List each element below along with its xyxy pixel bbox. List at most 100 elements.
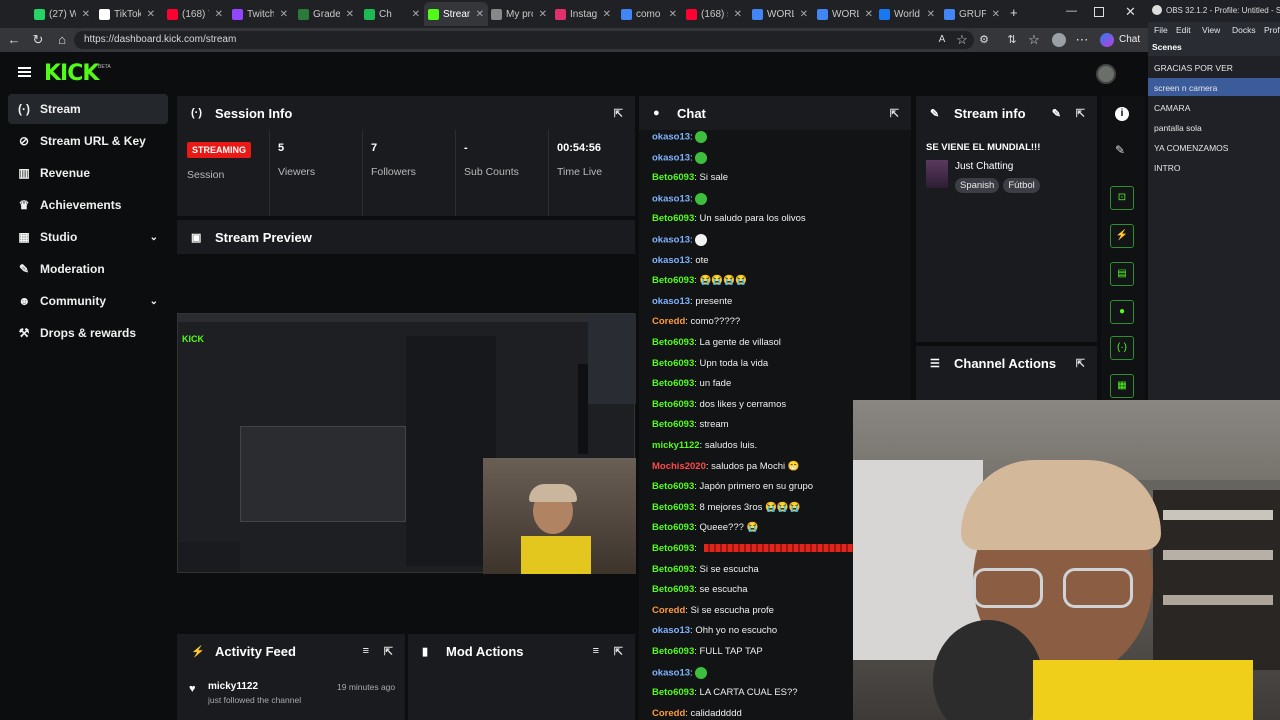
tab-close-icon[interactable]: ✕	[800, 9, 808, 20]
chat-username[interactable]: Beto6093	[652, 172, 694, 183]
obs-menu-docks[interactable]: Docks	[1232, 25, 1256, 35]
edit-icon[interactable]: ✎	[1052, 107, 1061, 120]
tab-close-icon[interactable]: ✕	[82, 9, 90, 20]
info-icon[interactable]: i	[1115, 107, 1129, 121]
browser-tab[interactable]: Grades ✕	[294, 2, 358, 26]
tab-close-icon[interactable]: ✕	[346, 9, 354, 20]
expand-icon[interactable]: ⇱	[1076, 357, 1085, 370]
obs-menu-file[interactable]: File	[1154, 25, 1168, 35]
expand-icon[interactable]: ⇱	[890, 107, 899, 120]
close-window-button[interactable]: ✕	[1125, 4, 1136, 20]
browser-tab[interactable]: WORLD ✕	[813, 2, 877, 26]
copilot-icon[interactable]	[1100, 33, 1114, 47]
expand-icon[interactable]: ⇱	[384, 645, 393, 658]
chat-username[interactable]: okaso13	[652, 296, 690, 307]
tab-close-icon[interactable]: ✕	[412, 9, 420, 20]
filter-icon[interactable]: ≡	[593, 645, 599, 657]
browser-tab[interactable]: como ✕	[617, 2, 681, 26]
chat-username[interactable]: Beto6093	[652, 502, 694, 513]
chat-username[interactable]: Beto6093	[652, 687, 694, 698]
chat-username[interactable]: Beto6093	[652, 419, 694, 430]
tab-close-icon[interactable]: ✕	[992, 9, 1000, 20]
chat-username[interactable]: Beto6093	[652, 275, 694, 286]
obs-scene-item[interactable]: screen n camera	[1154, 83, 1217, 93]
browser-tab[interactable]: GRUPO ✕	[940, 2, 1004, 26]
obs-scene-item[interactable]: pantalla sola	[1154, 123, 1202, 133]
tab-close-icon[interactable]: ✕	[476, 9, 484, 20]
kick-logo[interactable]: KICK	[44, 61, 99, 86]
maximize-button[interactable]	[1094, 7, 1104, 17]
chat-username[interactable]: okaso13	[652, 132, 690, 143]
tab-close-icon[interactable]: ✕	[865, 9, 873, 20]
chat-username[interactable]: Beto6093	[652, 213, 694, 224]
chat-username[interactable]: okaso13	[652, 255, 690, 266]
chevron-down-icon[interactable]: ⌄	[150, 232, 158, 243]
chat-username[interactable]: okaso13	[652, 625, 690, 636]
menu-icon[interactable]	[18, 67, 31, 77]
category-name[interactable]: Just Chatting	[955, 161, 1013, 172]
chat-username[interactable]: okaso13	[652, 235, 690, 246]
browser-tab[interactable]: (27) Wi ✕	[30, 2, 94, 26]
back-icon[interactable]: ←	[6, 32, 22, 48]
chat-username[interactable]: okaso13	[652, 152, 690, 163]
browser-tab[interactable]: Instagr ✕	[551, 2, 615, 26]
tab-close-icon[interactable]: ✕	[147, 9, 155, 20]
category-thumbnail[interactable]	[926, 160, 948, 188]
browser-tab[interactable]: (168) Yo ✕	[163, 2, 227, 26]
tab-close-icon[interactable]: ✕	[669, 9, 677, 20]
obs-scene-item[interactable]: CAMARA	[1154, 103, 1190, 113]
chat-username[interactable]: Beto6093	[652, 543, 694, 554]
browser-tab[interactable]: Stream ✕	[424, 2, 488, 26]
sidebar-item-stream-url-key[interactable]: ⊘ Stream URL & Key	[8, 126, 168, 156]
sidebar-item-achievements[interactable]: ♛ Achievements	[8, 190, 168, 220]
minimize-button[interactable]: —	[1066, 5, 1077, 17]
tag-language[interactable]: Spanish	[955, 178, 1000, 193]
sidebar-item-drops-rewards[interactable]: ⚒ Drops & rewards	[8, 318, 168, 348]
browser-tab[interactable]: World C ✕	[875, 2, 939, 26]
chat-username[interactable]: Coredd	[652, 316, 685, 327]
chat-username[interactable]: Beto6093	[652, 378, 694, 389]
pencil-icon[interactable]: ✎	[1115, 143, 1125, 157]
obs-menu-edit[interactable]: Edit	[1176, 25, 1191, 35]
notes-icon[interactable]: ▤	[1110, 262, 1134, 286]
chat-username[interactable]: Coredd	[652, 605, 685, 616]
tab-close-icon[interactable]: ✕	[603, 9, 611, 20]
chat-action-icon[interactable]: ●	[1110, 300, 1134, 324]
url-input[interactable]: https://dashboard.kick.com/stream	[74, 31, 974, 49]
profile-avatar[interactable]	[1052, 33, 1066, 47]
bolt-action-icon[interactable]: ⚡	[1110, 224, 1134, 248]
chat-username[interactable]: Mochis2020	[652, 461, 706, 472]
tab-close-icon[interactable]: ✕	[734, 9, 742, 20]
tab-close-icon[interactable]: ✕	[927, 9, 935, 20]
copilot-label[interactable]: Chat	[1119, 34, 1140, 45]
read-aloud-icon[interactable]: A	[934, 32, 950, 48]
split-icon[interactable]: ⇅	[1004, 32, 1020, 48]
chat-username[interactable]: Beto6093	[652, 584, 694, 595]
collections-icon[interactable]: ☆	[1026, 32, 1042, 48]
obs-scene-item[interactable]: YA COMENZAMOS	[1154, 143, 1228, 153]
sidebar-item-studio[interactable]: ▦ Studio ⌄	[8, 222, 168, 252]
browser-tab[interactable]: My pro ✕	[487, 2, 551, 26]
chat-username[interactable]: Beto6093	[652, 564, 694, 575]
reload-icon[interactable]: ↻	[30, 32, 46, 48]
user-avatar[interactable]	[1096, 64, 1116, 84]
expand-icon[interactable]: ⇱	[614, 107, 623, 120]
tab-close-icon[interactable]: ✕	[280, 9, 288, 20]
tag-topic[interactable]: Fútbol	[1003, 178, 1040, 193]
tab-close-icon[interactable]: ✕	[539, 9, 547, 20]
browser-tab[interactable]: Twitch ✕	[228, 2, 292, 26]
chat-username[interactable]: micky1122	[652, 440, 700, 451]
browser-tab[interactable]: (168) se ✕	[682, 2, 746, 26]
obs-scene-item[interactable]: INTRO	[1154, 163, 1180, 173]
chevron-down-icon[interactable]: ⌄	[150, 296, 158, 307]
stream-preview-video[interactable]: KICK	[177, 313, 636, 574]
filter-icon[interactable]: ≡	[363, 645, 369, 657]
obs-menu-view[interactable]: View	[1202, 25, 1220, 35]
browser-tab[interactable]: Ch ✕	[360, 2, 424, 26]
expand-icon[interactable]: ⇱	[614, 645, 623, 658]
browser-tab[interactable]: WORLD ✕	[748, 2, 812, 26]
chat-username[interactable]: Beto6093	[652, 522, 694, 533]
chat-username[interactable]: okaso13	[652, 667, 690, 678]
expand-icon[interactable]: ⇱	[1076, 107, 1085, 120]
chat-username[interactable]: Beto6093	[652, 646, 694, 657]
